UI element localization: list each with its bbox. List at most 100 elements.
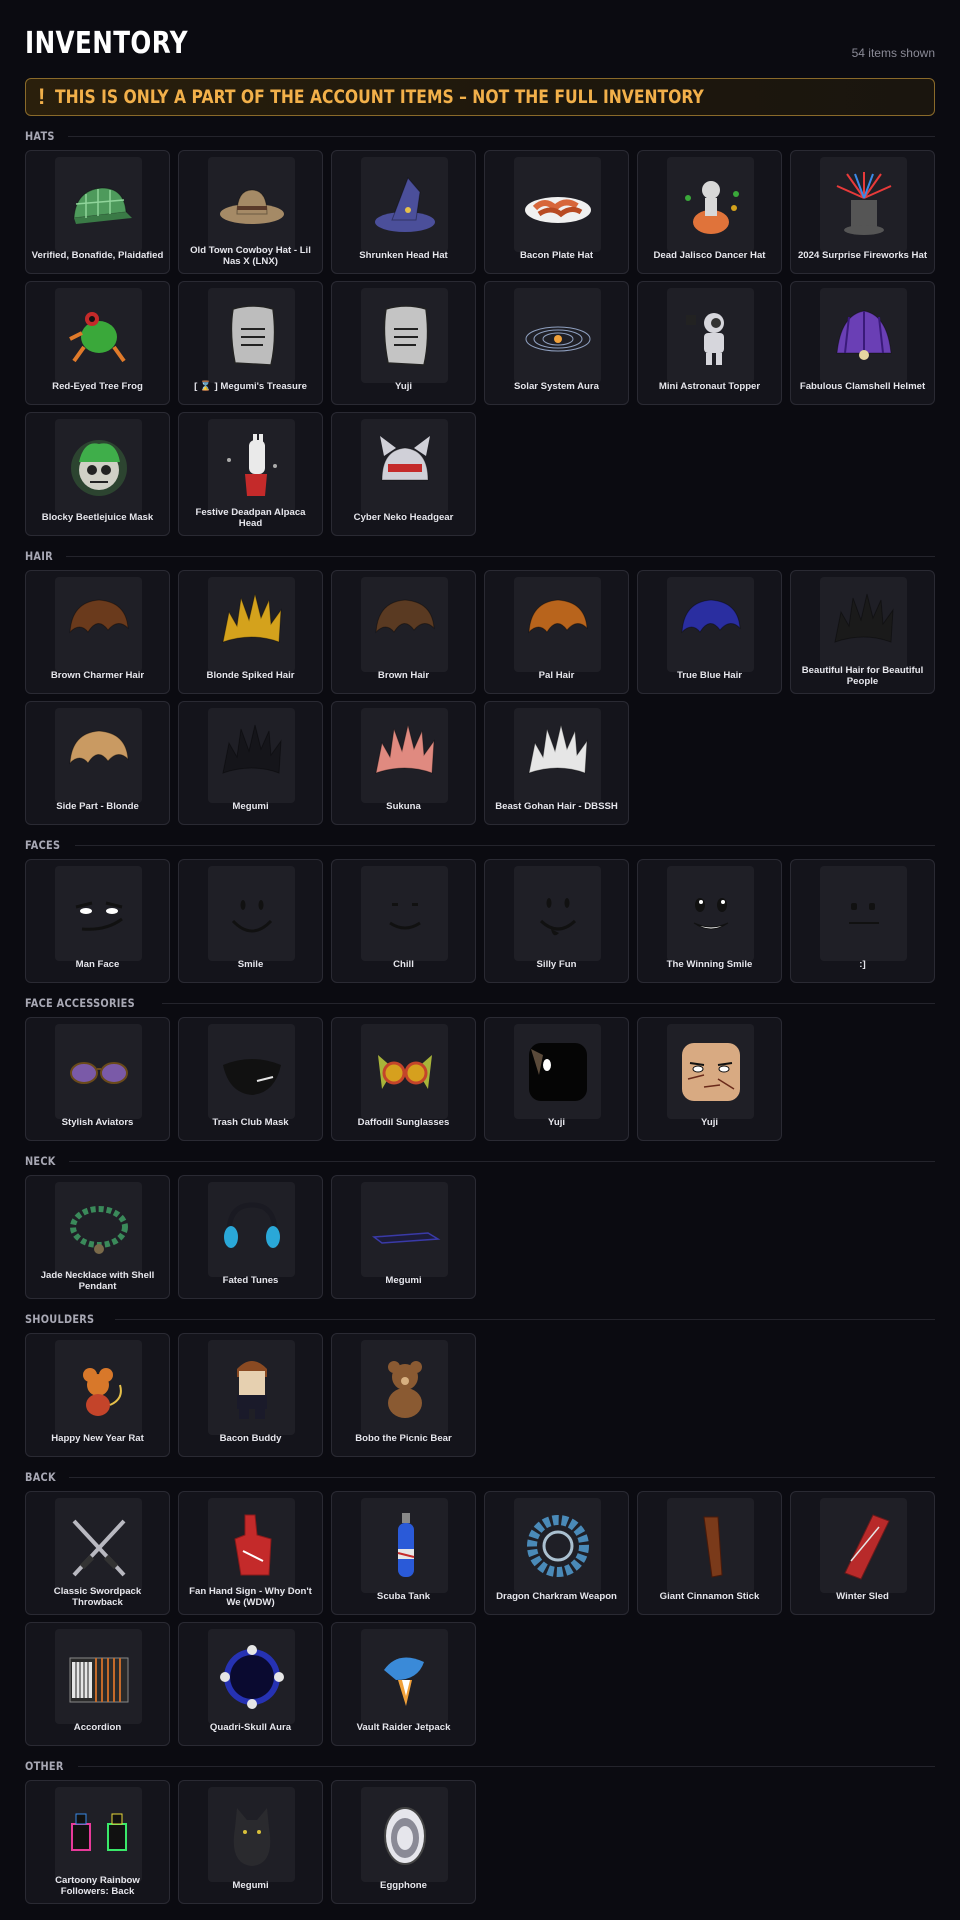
item-name: Chill xyxy=(393,959,414,970)
item-name: Smile xyxy=(237,959,264,970)
hair-icon xyxy=(514,577,601,672)
item-card[interactable]: Jade Necklace with Shell Pendant xyxy=(25,1175,170,1299)
item-card[interactable]: Megumi xyxy=(178,1780,323,1904)
hair-icon xyxy=(55,708,142,803)
item-card[interactable]: Fan Hand Sign - Why Don't We (WDW) xyxy=(178,1491,323,1615)
section-divider xyxy=(69,1160,935,1162)
item-card[interactable]: Cyber Neko Headgear xyxy=(331,412,476,536)
section-title: OTHER xyxy=(25,1759,64,1773)
item-name: Silly Fun xyxy=(536,959,577,970)
item-card[interactable]: Blocky Beetlejuice Mask xyxy=(25,412,170,536)
items-grid-hats: Verified, Bonafide, Plaidafied Old Town C… xyxy=(25,150,935,536)
item-name: Beautiful Hair for Beautiful People xyxy=(801,664,924,687)
item-card[interactable]: Bacon Plate Hat xyxy=(484,150,629,274)
item-card[interactable]: Man Face xyxy=(25,859,170,983)
item-card[interactable]: Old Town Cowboy Hat - Lil Nas X (LNX) xyxy=(178,150,323,274)
item-name: Bacon Plate Hat xyxy=(519,250,594,261)
hair-icon xyxy=(361,577,448,672)
item-card[interactable]: Trash Club Mask xyxy=(178,1017,323,1141)
item-name: Solar System Aura xyxy=(514,381,599,392)
item-card[interactable]: Stylish Aviators xyxy=(25,1017,170,1141)
item-name: Cartoony Rainbow Followers: Back xyxy=(55,1874,140,1897)
spiked-hair-icon xyxy=(208,577,295,672)
item-name: Vault Raider Jetpack xyxy=(356,1722,451,1733)
flat-face-icon xyxy=(820,866,907,961)
item-card[interactable]: Beast Gohan Hair - DBSSH xyxy=(484,701,629,825)
item-card[interactable]: Blonde Spiked Hair xyxy=(178,570,323,694)
item-card[interactable]: Red-Eyed Tree Frog xyxy=(25,281,170,405)
item-card[interactable]: Bobo the Picnic Bear xyxy=(331,1333,476,1457)
item-card[interactable]: Pal Hair xyxy=(484,570,629,694)
item-card[interactable]: Dragon Charkram Weapon xyxy=(484,1491,629,1615)
item-card[interactable]: Fated Tunes xyxy=(178,1175,323,1299)
section-header-back: BACK xyxy=(25,1467,935,1487)
astronaut-icon xyxy=(667,288,754,383)
paper-note-icon xyxy=(208,288,295,383)
item-card[interactable]: Megumi xyxy=(331,1175,476,1299)
item-card[interactable]: Side Part - Blonde xyxy=(25,701,170,825)
item-card[interactable]: Smile xyxy=(178,859,323,983)
spiked-hair-icon xyxy=(208,708,295,803)
item-card[interactable]: Chill xyxy=(331,859,476,983)
item-name: Dead Jalisco Dancer Hat xyxy=(653,250,766,261)
clamshell-icon xyxy=(820,288,907,383)
item-name: Happy New Year Rat xyxy=(51,1433,144,1444)
bear-icon xyxy=(361,1340,448,1435)
item-card[interactable]: Yuji xyxy=(484,1017,629,1141)
item-card[interactable]: True Blue Hair xyxy=(637,570,782,694)
item-card[interactable]: Sukuna xyxy=(331,701,476,825)
item-name: Daffodil Sunglasses xyxy=(357,1117,450,1128)
item-card[interactable]: Shrunken Head Hat xyxy=(331,150,476,274)
item-name: Trash Club Mask xyxy=(212,1117,289,1128)
item-card[interactable]: The Winning Smile xyxy=(637,859,782,983)
item-card[interactable]: Brown Charmer Hair xyxy=(25,570,170,694)
item-card[interactable]: Dead Jalisco Dancer Hat xyxy=(637,150,782,274)
item-card[interactable]: :] xyxy=(790,859,935,983)
item-card[interactable]: Silly Fun xyxy=(484,859,629,983)
item-card[interactable]: Festive Deadpan Alpaca Head xyxy=(178,412,323,536)
beetlejuice-mask-icon xyxy=(55,419,142,514)
items-grid-neck: Jade Necklace with Shell Pendant Fated Tu… xyxy=(25,1175,935,1299)
items-grid-faces: Man Face Smile Chill Silly Fun The Winning S… xyxy=(25,859,935,983)
item-card[interactable]: Cartoony Rainbow Followers: Back xyxy=(25,1780,170,1904)
item-card[interactable]: Yuji xyxy=(637,1017,782,1141)
item-card[interactable]: Giant Cinnamon Stick xyxy=(637,1491,782,1615)
scuba-tank-icon xyxy=(361,1498,448,1593)
crossed-swords-icon xyxy=(55,1498,142,1593)
cyber-neko-icon xyxy=(361,419,448,514)
item-card[interactable]: Happy New Year Rat xyxy=(25,1333,170,1457)
item-card[interactable]: Quadri-Skull Aura xyxy=(178,1622,323,1746)
items-grid-hair: Brown Charmer Hair Blonde Spiked Hair Brow… xyxy=(25,570,935,825)
chill-face-icon xyxy=(361,866,448,961)
item-card[interactable]: Accordion xyxy=(25,1622,170,1746)
eggphone-icon xyxy=(361,1787,448,1882)
item-card[interactable]: Eggphone xyxy=(331,1780,476,1904)
section-header-shoulders: SHOULDERS xyxy=(25,1309,935,1329)
solar-system-icon xyxy=(514,288,601,383)
item-card[interactable]: Daffodil Sunglasses xyxy=(331,1017,476,1141)
item-card[interactable]: 2024 Surprise Fireworks Hat xyxy=(790,150,935,274)
item-card[interactable]: Yuji xyxy=(331,281,476,405)
item-card[interactable]: Solar System Aura xyxy=(484,281,629,405)
items-grid-face-accessories: Stylish Aviators Trash Club Mask Daffodil … xyxy=(25,1017,935,1141)
item-card[interactable]: Verified, Bonafide, Plaidafied xyxy=(25,150,170,274)
warning-banner: ! THIS IS ONLY A PART OF THE ACCOUNT ITE… xyxy=(25,78,935,116)
item-name: Megumi xyxy=(232,801,269,812)
item-card[interactable]: Vault Raider Jetpack xyxy=(331,1622,476,1746)
item-card[interactable]: Brown Hair xyxy=(331,570,476,694)
item-card[interactable]: Beautiful Hair for Beautiful People xyxy=(790,570,935,694)
item-card[interactable]: Fabulous Clamshell Helmet xyxy=(790,281,935,405)
section-header-face-accessories: FACE ACCESSORIES xyxy=(25,993,935,1013)
item-card[interactable]: [ ⌛ ] Megumi's Treasure xyxy=(178,281,323,405)
item-name: Classic Swordpack Throwback xyxy=(53,1585,142,1608)
item-card[interactable]: Scuba Tank xyxy=(331,1491,476,1615)
item-card[interactable]: Bacon Buddy xyxy=(178,1333,323,1457)
item-card[interactable]: Megumi xyxy=(178,701,323,825)
item-name: Red-Eyed Tree Frog xyxy=(52,381,143,392)
item-name: Brown Charmer Hair xyxy=(50,670,145,681)
item-card[interactable]: Classic Swordpack Throwback xyxy=(25,1491,170,1615)
rainbow-figures-icon xyxy=(55,1787,142,1882)
item-card[interactable]: Winter Sled xyxy=(790,1491,935,1615)
header: INVENTORY 54 items shown xyxy=(25,0,935,78)
item-card[interactable]: Mini Astronaut Topper xyxy=(637,281,782,405)
